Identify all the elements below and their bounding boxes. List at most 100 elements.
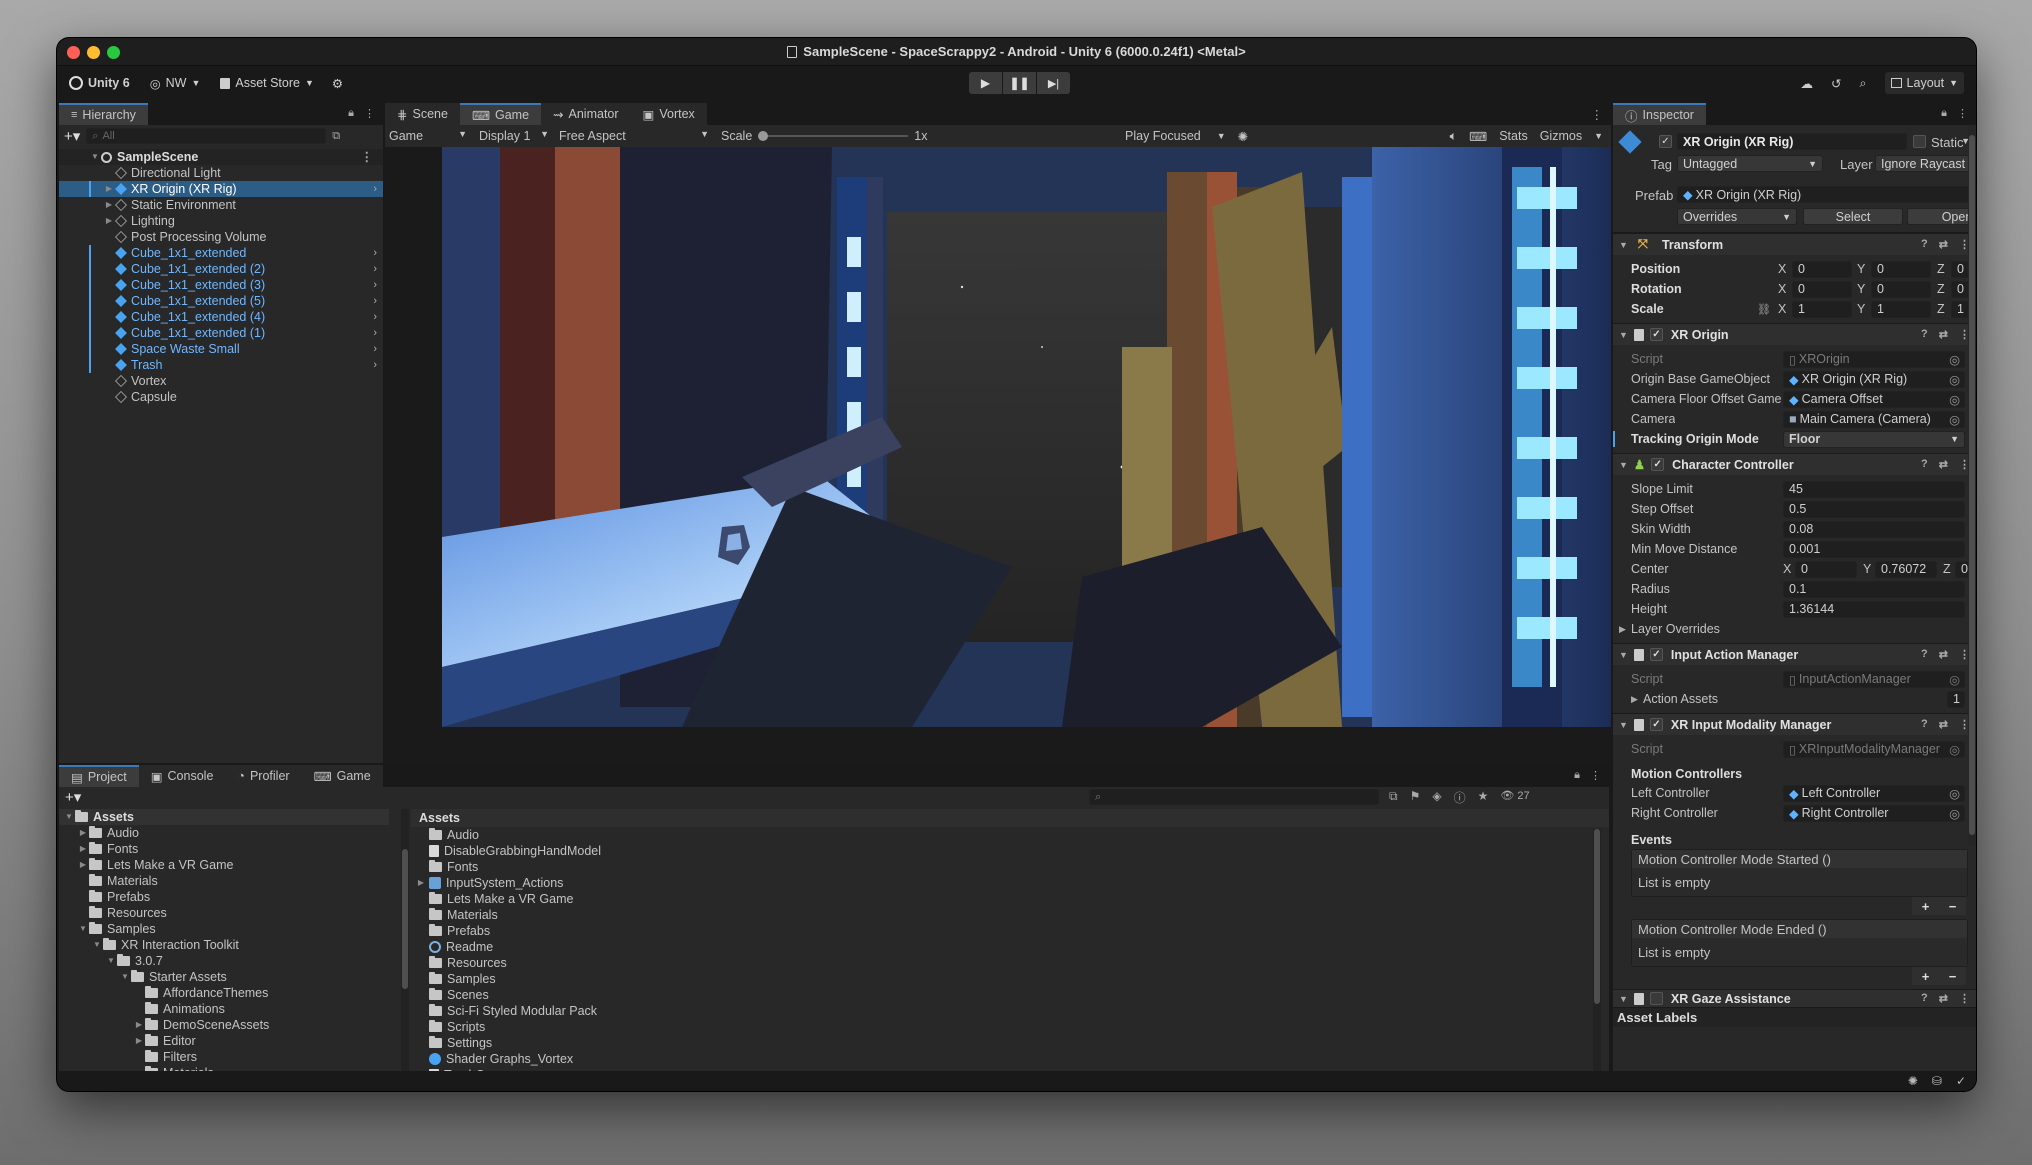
- hierarchy-item[interactable]: Trash ›: [59, 357, 383, 373]
- game-mode-dropdown[interactable]: Game ▼: [385, 129, 473, 143]
- asset-list-item[interactable]: Samples: [411, 971, 1609, 987]
- inspector-scrollbar[interactable]: [1968, 125, 1976, 845]
- cloud-icon[interactable]: ☁: [1801, 76, 1814, 91]
- cc-row-field[interactable]: 0.08: [1783, 520, 1965, 538]
- hierarchy-item[interactable]: Vortex: [59, 373, 383, 389]
- foldout-arrow-icon[interactable]: ▶: [1619, 624, 1626, 635]
- transform-y-field[interactable]: 1: [1871, 300, 1931, 318]
- hierarchy-item[interactable]: Capsule: [59, 389, 383, 405]
- step-button[interactable]: ▶|: [1037, 72, 1070, 94]
- bug-icon[interactable]: ✺: [1908, 1074, 1918, 1088]
- overrides-dropdown[interactable]: Overrides ▼: [1677, 208, 1797, 225]
- favorite-star-icon[interactable]: ★: [1478, 789, 1489, 806]
- lock-icon[interactable]: 🔒︎: [1574, 769, 1580, 782]
- project-folder-item[interactable]: ▼ Assets: [59, 809, 389, 825]
- transform-header[interactable]: ▼ ⤧ Transform ? ⇄ ⋮: [1613, 233, 1976, 255]
- kebab-menu-icon[interactable]: ⋮: [364, 107, 375, 120]
- transform-x-field[interactable]: 0: [1792, 280, 1852, 298]
- character-controller-enabled-checkbox[interactable]: ✓: [1651, 458, 1665, 471]
- scene-root-row[interactable]: ▼ SampleScene ⋮: [59, 149, 383, 165]
- minimize-window-button[interactable]: [87, 46, 100, 59]
- expand-arrow-icon[interactable]: ▼: [91, 937, 103, 953]
- add-object-button[interactable]: +▾: [64, 127, 80, 145]
- help-icon[interactable]: ?: [1921, 238, 1928, 251]
- expand-arrow-icon[interactable]: ▼: [89, 149, 101, 165]
- cache-icon[interactable]: ⛁: [1932, 1074, 1942, 1088]
- gaze-assistance-header[interactable]: ▼ XR Gaze Assistance ? ⇄ ⋮: [1613, 989, 1976, 1007]
- expand-arrow-icon[interactable]: ▼: [63, 809, 75, 825]
- chevron-right-icon[interactable]: ›: [373, 357, 377, 373]
- hierarchy-search-input[interactable]: ⌕ All: [86, 128, 327, 144]
- asset-list-item[interactable]: Sci-Fi Styled Modular Pack: [411, 1003, 1609, 1019]
- lock-icon[interactable]: 🔒︎: [1941, 107, 1947, 120]
- hierarchy-item[interactable]: ▶ XR Origin (XR Rig) ›: [59, 181, 383, 197]
- hierarchy-item[interactable]: Cube_1x1_extended (2) ›: [59, 261, 383, 277]
- scale-slider-handle[interactable]: [758, 131, 769, 141]
- layout-dropdown[interactable]: Layout ▼: [1884, 72, 1964, 94]
- foldout-arrow-icon[interactable]: ▼: [1619, 330, 1628, 340]
- project-search-input[interactable]: ⌕: [1089, 789, 1379, 805]
- target-icon[interactable]: ◎: [1949, 392, 1960, 407]
- project-folder-item[interactable]: ▼ XR Interaction Toolkit: [59, 937, 389, 953]
- game-render-viewport[interactable]: [442, 147, 1611, 727]
- kebab-menu-icon[interactable]: ⋮: [361, 149, 374, 165]
- expand-arrow-icon[interactable]: ▶: [77, 825, 89, 841]
- asset-list-item[interactable]: Prefabs: [411, 923, 1609, 939]
- expand-arrow-icon[interactable]: ▶: [103, 197, 115, 213]
- chevron-right-icon[interactable]: ›: [373, 341, 377, 357]
- xr-origin-row-field[interactable]: ◆ XR Origin (XR Rig) ◎: [1783, 370, 1965, 388]
- expand-arrow-icon[interactable]: ▼: [77, 921, 89, 937]
- target-icon[interactable]: ◎: [1949, 412, 1960, 427]
- project-folder-item[interactable]: ▶ Lets Make a VR Game: [59, 857, 389, 873]
- play-focused-dropdown[interactable]: Play Focused ▼ ✺: [1125, 129, 1248, 144]
- xr-origin-header[interactable]: ▼ ✓ XR Origin ? ⇄ ⋮: [1613, 323, 1976, 345]
- project-folder-item[interactable]: Resources: [59, 905, 389, 921]
- tab-scene[interactable]: ⋕ Scene: [385, 103, 460, 125]
- project-folder-item[interactable]: Filters: [59, 1049, 389, 1065]
- active-checkbox[interactable]: ✓: [1659, 135, 1672, 148]
- tree-scrollbar-track[interactable]: [401, 809, 409, 1091]
- kebab-menu-icon[interactable]: ⋮: [1959, 992, 1970, 1005]
- project-folder-item[interactable]: AffordanceThemes: [59, 985, 389, 1001]
- cc-row-field[interactable]: 1.36144: [1783, 600, 1965, 618]
- asset-list-item[interactable]: Settings: [411, 1035, 1609, 1051]
- asset-labels-bar[interactable]: Asset Labels: [1613, 1007, 1976, 1027]
- right-controller-field[interactable]: ◆ Right Controller ◎: [1783, 804, 1965, 822]
- transform-x-field[interactable]: 0: [1792, 260, 1852, 278]
- action-assets-count[interactable]: 1: [1947, 690, 1965, 708]
- select-button[interactable]: Select: [1803, 208, 1903, 225]
- kebab-menu-icon[interactable]: ⋮: [1957, 107, 1968, 120]
- help-icon[interactable]: ?: [1921, 328, 1928, 341]
- hierarchy-item[interactable]: Cube_1x1_extended (5) ›: [59, 293, 383, 309]
- cc-row-field[interactable]: 45: [1783, 480, 1965, 498]
- help-icon[interactable]: ?: [1921, 648, 1928, 661]
- chevron-right-icon[interactable]: ›: [373, 277, 377, 293]
- left-controller-field[interactable]: ◆ Left Controller ◎: [1783, 784, 1965, 802]
- modality-manager-enabled-checkbox[interactable]: ✓: [1649, 718, 1663, 731]
- preset-icon[interactable]: ⇄: [1939, 458, 1948, 471]
- maximize-window-button[interactable]: [107, 46, 120, 59]
- search-by-type-icon[interactable]: ⧉: [1389, 789, 1398, 806]
- cc-row-field[interactable]: 0.1: [1783, 580, 1965, 598]
- hierarchy-item[interactable]: Cube_1x1_extended (3) ›: [59, 277, 383, 293]
- center-y-field[interactable]: 0.76072: [1875, 560, 1937, 578]
- xr-origin-enabled-checkbox[interactable]: ✓: [1649, 328, 1663, 341]
- asset-list-item[interactable]: Audio: [411, 827, 1609, 843]
- hierarchy-item[interactable]: Space Waste Small ›: [59, 341, 383, 357]
- play-button[interactable]: ▶: [969, 72, 1002, 94]
- expand-arrow-icon[interactable]: ▶: [133, 1017, 145, 1033]
- project-folder-item[interactable]: ▼ Starter Assets: [59, 969, 389, 985]
- hierarchy-item[interactable]: ▶ Lighting: [59, 213, 383, 229]
- center-x-field[interactable]: 0: [1795, 560, 1857, 578]
- hierarchy-item[interactable]: ▶ Static Environment: [59, 197, 383, 213]
- scene-visibility-icon[interactable]: ⧉: [332, 130, 340, 143]
- aspect-dropdown[interactable]: Free Aspect ▼: [553, 129, 715, 143]
- action-assets-row[interactable]: ▶ Action Assets 1: [1613, 689, 1976, 709]
- hierarchy-item[interactable]: Directional Light: [59, 165, 383, 181]
- asset-list-scrollbar[interactable]: [1593, 829, 1601, 1079]
- expand-arrow-icon[interactable]: ▶: [103, 181, 115, 197]
- preset-icon[interactable]: ⇄: [1939, 328, 1948, 341]
- search-icon[interactable]: ⌕: [1860, 76, 1867, 91]
- expand-arrow-icon[interactable]: ▶: [77, 841, 89, 857]
- foldout-arrow-icon[interactable]: ▼: [1619, 240, 1628, 250]
